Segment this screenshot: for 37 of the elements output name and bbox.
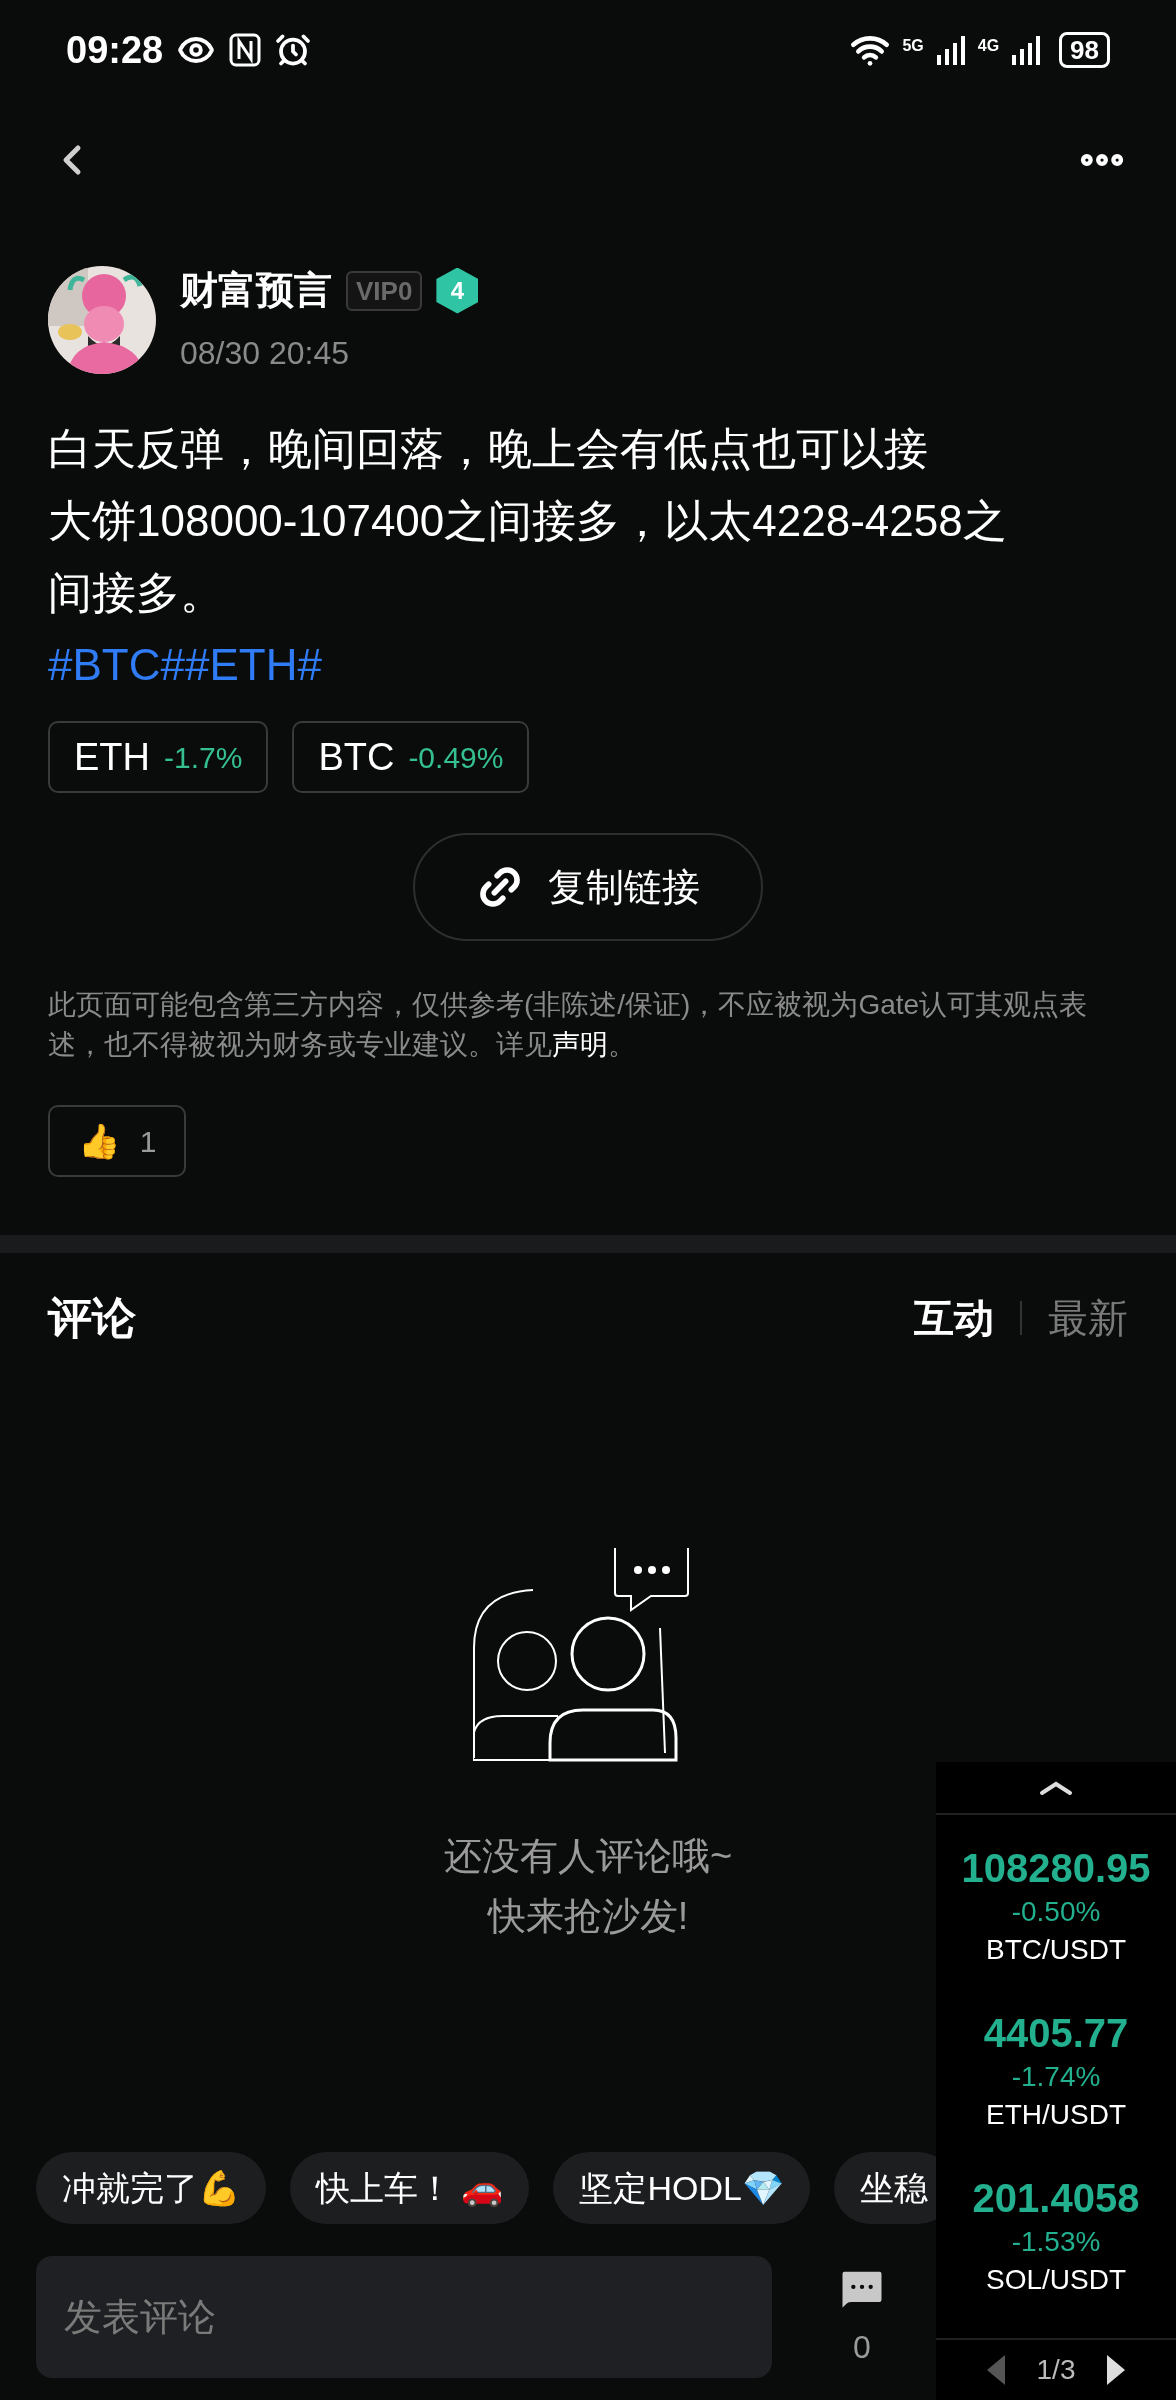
sort-tab[interactable]: 最新: [1048, 1288, 1128, 1348]
coin-chip[interactable]: ETH -1.7%: [48, 721, 269, 793]
ticker-item[interactable]: 108280.95 -0.50% BTC/USDT: [936, 1843, 1176, 2009]
quick-reply-chip[interactable]: 坚定HODL💎: [553, 2152, 810, 2224]
level-badge: 4: [436, 267, 479, 314]
coin-chip[interactable]: BTC -0.49%: [292, 721, 530, 793]
alarm-icon: [275, 32, 312, 68]
empty-state-text: 快来抢沙发!: [487, 1894, 689, 1939]
comment-input[interactable]: 发表评论: [36, 2256, 772, 2378]
network-label: 4G: [977, 36, 1000, 56]
post-time: 08/30 20:45: [180, 334, 351, 373]
ticker-item[interactable]: 4405.77 -1.74% ETH/USDT: [936, 2008, 1176, 2174]
quick-reply-chip[interactable]: 冲就完了💪: [36, 2152, 266, 2224]
statement-link[interactable]: 声明: [552, 1029, 608, 1060]
action-count: 0: [853, 2328, 871, 2367]
vip-tag: VIP0: [346, 270, 423, 311]
network-label: 5G: [902, 36, 924, 56]
post-text: 白天反弹，晚间回落，晚上会有低点也可以接: [48, 423, 929, 475]
ticker-item[interactable]: 201.4058 -1.53% SOL/USDT: [936, 2173, 1176, 2339]
like-reaction[interactable]: 👍 1: [48, 1105, 186, 1177]
post-text: 大饼108000-107400之间接多，以太4228-4258之间接多。: [48, 495, 1008, 619]
empty-state-text: 还没有人评论哦~: [443, 1834, 733, 1879]
copy-link-button[interactable]: 复制链接: [413, 833, 763, 941]
page-indicator: 1/3: [1036, 2353, 1076, 2388]
quick-reply-chip[interactable]: 快上车！ 🚗: [290, 2152, 530, 2224]
signal-icon: [935, 35, 966, 65]
hashtag-link[interactable]: #BTC##ETH#: [48, 629, 1040, 701]
quick-reply-chip[interactable]: 坐稳: [833, 2152, 936, 2224]
battery-indicator: 98: [1059, 32, 1110, 68]
section-title: 评论: [48, 1292, 136, 1344]
nfc-icon: [229, 33, 262, 67]
author-name[interactable]: 财富预言: [180, 262, 332, 319]
signal-icon: [1011, 35, 1042, 65]
status-time: 09:28: [66, 27, 164, 73]
disclaimer-text: 此页面可能包含第三方内容，仅供参考(非陈述/保证)，不应被视为Gate认可其观点表述，也不得被视为财务或专业建议。详见声明。: [47, 988, 1089, 1062]
sort-tab[interactable]: 互动: [914, 1288, 994, 1348]
collapse-caret-icon[interactable]: [1039, 1779, 1073, 1796]
